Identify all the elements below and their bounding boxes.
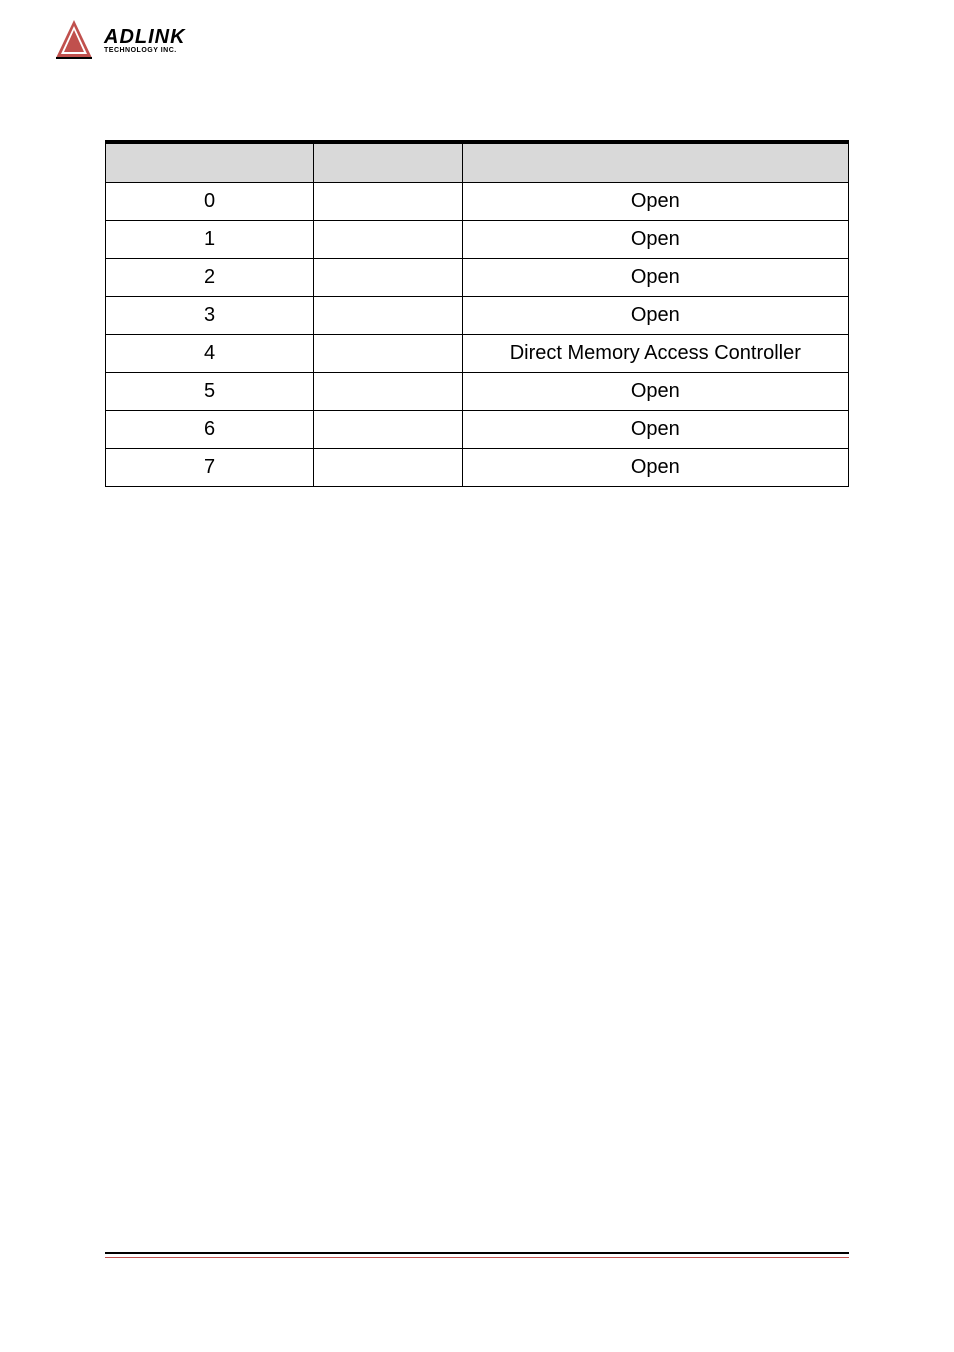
dma-table: 0 Open 1 Open 2 Open 3 Open 4 [105, 140, 849, 487]
table-header-2 [314, 142, 463, 182]
table-header-1 [106, 142, 314, 182]
table-row: 1 Open [106, 220, 849, 258]
table-cell: Open [462, 296, 848, 334]
table-cell: 2 [106, 258, 314, 296]
table-cell: 6 [106, 410, 314, 448]
table-cell [314, 372, 463, 410]
footer-rule [105, 1252, 849, 1254]
footer-rule-accent [105, 1257, 849, 1258]
table-cell [314, 296, 463, 334]
table-row: 3 Open [106, 296, 849, 334]
table-cell: Open [462, 410, 848, 448]
table-cell [314, 182, 463, 220]
table-cell: 1 [106, 220, 314, 258]
table-cell: 4 [106, 334, 314, 372]
table-cell: 7 [106, 448, 314, 486]
table-row: 0 Open [106, 182, 849, 220]
table-cell: Open [462, 220, 848, 258]
table-cell: Open [462, 258, 848, 296]
logo: ADLINK TECHNOLOGY INC. [52, 18, 186, 62]
table-row: 2 Open [106, 258, 849, 296]
table-cell [314, 220, 463, 258]
table-row: 6 Open [106, 410, 849, 448]
table-row: 4 Direct Memory Access Controller [106, 334, 849, 372]
logo-triangle-icon [52, 18, 96, 62]
table-row: 5 Open [106, 372, 849, 410]
table-cell [314, 334, 463, 372]
table-cell [314, 258, 463, 296]
table-row: 7 Open [106, 448, 849, 486]
table-cell: Open [462, 372, 848, 410]
logo-sub: TECHNOLOGY INC. [104, 47, 186, 54]
table-cell: 3 [106, 296, 314, 334]
table-cell: Open [462, 448, 848, 486]
table-cell [314, 410, 463, 448]
table-cell: 5 [106, 372, 314, 410]
logo-text: ADLINK TECHNOLOGY INC. [104, 27, 186, 54]
main-content: 0 Open 1 Open 2 Open 3 Open 4 [105, 140, 849, 487]
table-header-3 [462, 142, 848, 182]
table-header-row [106, 142, 849, 182]
logo-main: ADLINK [104, 27, 186, 47]
table-cell: Direct Memory Access Controller [462, 334, 848, 372]
table-cell [314, 448, 463, 486]
table-cell: 0 [106, 182, 314, 220]
table-cell: Open [462, 182, 848, 220]
